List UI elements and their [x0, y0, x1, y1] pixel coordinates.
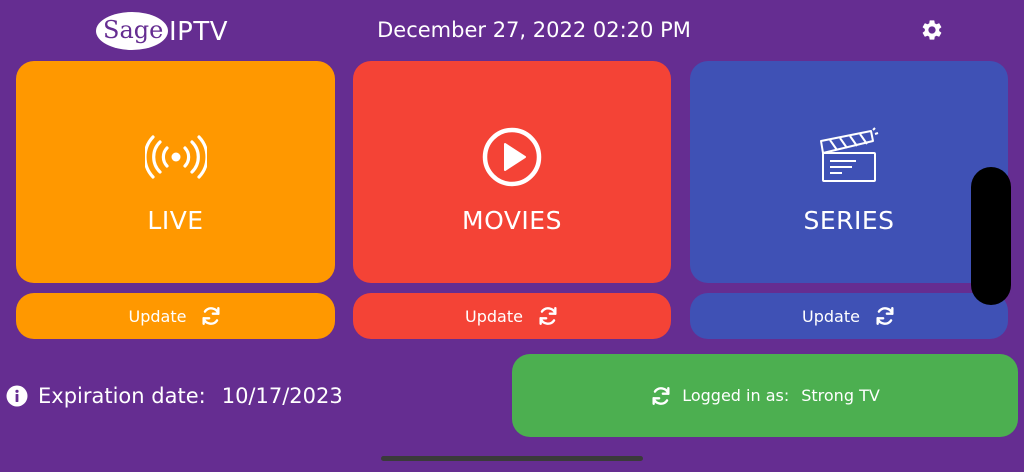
login-status-button[interactable]: Logged in as: Strong TV: [512, 354, 1018, 437]
update-live-label: Update: [128, 306, 187, 326]
movies-label: MOVIES: [462, 206, 562, 235]
series-icon-wrap: [816, 125, 882, 189]
gear-icon: [922, 20, 942, 40]
refresh-icon: [202, 307, 220, 325]
logo-sage-text: Sage: [103, 16, 164, 44]
play-circle-icon: [482, 127, 542, 187]
home-indicator[interactable]: [381, 456, 643, 461]
update-series-button[interactable]: Update: [690, 293, 1008, 339]
movies-icon-wrap: [481, 125, 543, 189]
app-logo: Sage IPTV: [96, 12, 236, 50]
series-card[interactable]: SERIES: [690, 61, 1008, 283]
expiration-value: 10/17/2023: [221, 384, 343, 408]
update-movies-button[interactable]: Update: [353, 293, 671, 339]
settings-button[interactable]: [916, 14, 948, 46]
live-label: LIVE: [147, 206, 204, 235]
refresh-icon: [652, 386, 670, 405]
side-scroll-handle[interactable]: [971, 167, 1011, 305]
clapperboard-icon: [820, 127, 879, 182]
info-icon: [6, 385, 28, 407]
refresh-icon: [876, 307, 894, 325]
login-label: Logged in as:: [682, 386, 790, 405]
current-datetime: December 27, 2022 02:20 PM: [377, 18, 691, 42]
update-series-label: Update: [802, 306, 860, 326]
live-card[interactable]: LIVE: [16, 61, 335, 283]
update-live-button[interactable]: Update: [16, 293, 335, 339]
movies-card[interactable]: MOVIES: [353, 61, 671, 283]
expiration-info: Expiration date: 10/17/2023: [6, 380, 343, 412]
login-user: Strong TV: [801, 386, 880, 405]
series-label: SERIES: [803, 206, 895, 235]
logo-iptv-text: IPTV: [169, 17, 229, 47]
update-movies-label: Update: [465, 306, 523, 326]
expiration-label: Expiration date:: [38, 384, 206, 408]
live-icon-wrap: [144, 125, 207, 189]
broadcast-icon: [144, 135, 207, 179]
refresh-icon: [539, 307, 557, 325]
